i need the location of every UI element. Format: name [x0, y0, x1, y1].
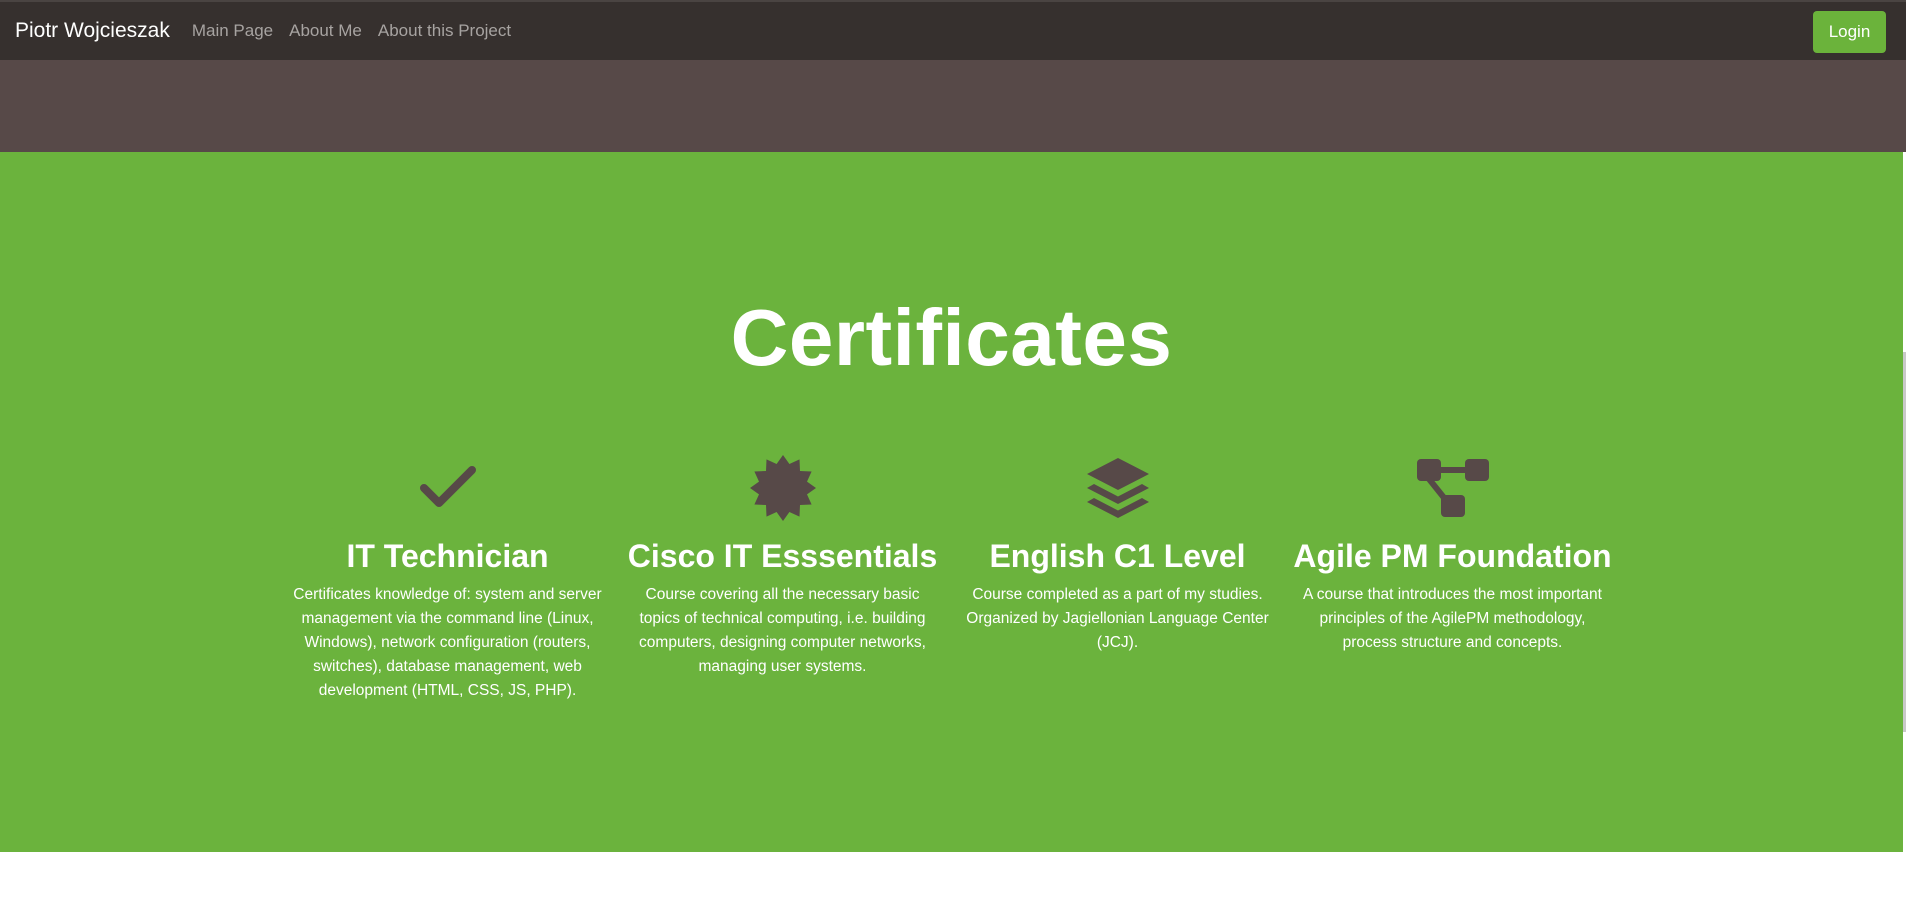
nav-link-about-project[interactable]: About this Project	[378, 21, 511, 41]
brand-link[interactable]: Piotr Wojcieszak	[15, 19, 170, 43]
certificate-description: A course that introduces the most import…	[1303, 586, 1602, 651]
top-navbar: Piotr Wojcieszak Main Page About Me Abou…	[0, 0, 1906, 60]
certificate-card: Agile PM Foundation A course that introd…	[1285, 452, 1620, 703]
nav-link-main-page[interactable]: Main Page	[192, 21, 273, 41]
certificate-card: Cisco IT Esssentials Course covering all…	[615, 452, 950, 703]
certificate-name: IT Technician	[346, 538, 549, 574]
certificate-name: English C1 Level	[989, 538, 1246, 574]
badge-icon	[615, 452, 950, 524]
certificate-card: English C1 Level Course completed as a p…	[950, 452, 1285, 703]
checkmark-icon	[280, 452, 615, 524]
nav-links: Main Page About Me About this Project	[192, 21, 511, 41]
header-band	[0, 60, 1906, 152]
certificates-grid: IT Technician Certificates knowledge of:…	[280, 452, 1620, 703]
nav-link-about-me[interactable]: About Me	[289, 21, 362, 41]
certificate-description: Certificates knowledge of: system and se…	[293, 586, 602, 699]
certificate-card: IT Technician Certificates knowledge of:…	[280, 452, 615, 703]
certificate-description: Course covering all the necessary basic …	[639, 586, 926, 675]
diagram-icon	[1285, 452, 1620, 524]
certificate-description: Course completed as a part of my studies…	[966, 586, 1269, 651]
layers-icon	[950, 452, 1285, 524]
certificate-name: Agile PM Foundation	[1293, 538, 1612, 574]
certificate-name: Cisco IT Esssentials	[627, 538, 938, 574]
certificates-section: Certificates IT Technician Certificates …	[0, 152, 1903, 852]
login-button[interactable]: Login	[1813, 11, 1886, 53]
section-title: Certificates	[730, 293, 1173, 382]
